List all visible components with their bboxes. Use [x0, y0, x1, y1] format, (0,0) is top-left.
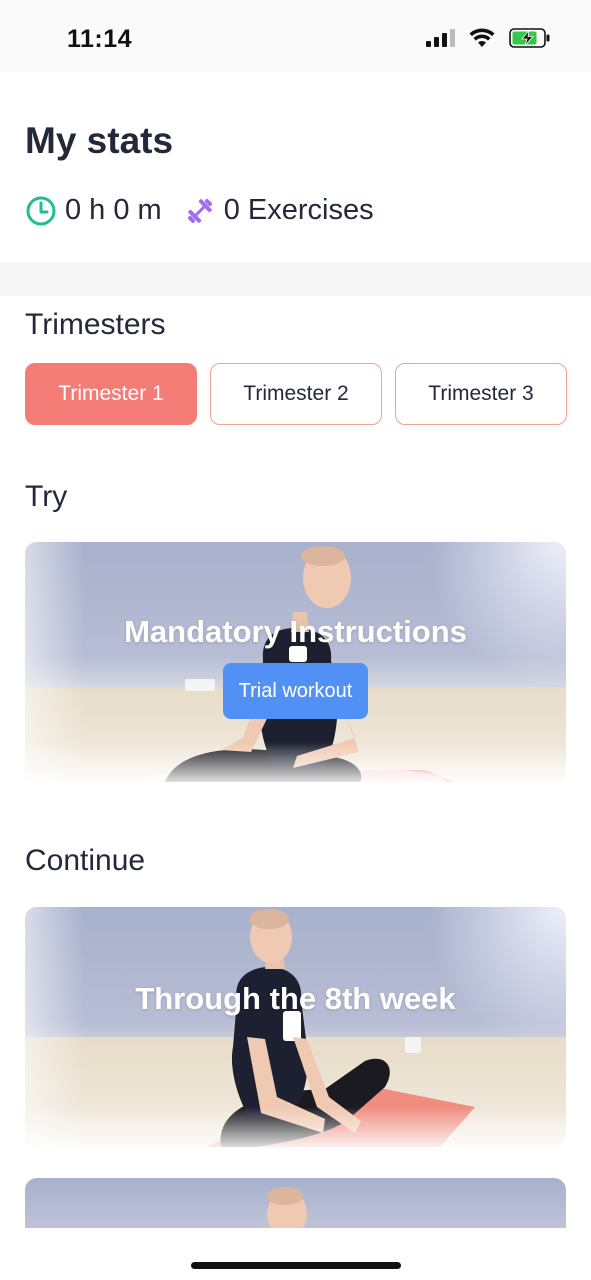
wifi-icon — [469, 28, 495, 47]
cellular-signal-icon — [426, 29, 455, 47]
home-indicator-area — [0, 1228, 591, 1280]
try-heading: Try — [25, 480, 68, 513]
total-time-value: 0 h 0 m — [65, 194, 162, 226]
page-title: My stats — [25, 120, 174, 161]
card-title: Through the 8th week — [135, 981, 456, 1016]
mandatory-instructions-card[interactable]: Mandatory Instructions Trial workout — [25, 542, 566, 782]
dumbbell-icon — [184, 195, 216, 227]
trial-workout-button[interactable]: Trial workout — [223, 663, 368, 719]
card-background-photo — [25, 907, 566, 1147]
status-bar: 11:14 — [0, 0, 591, 72]
through-8th-week-card[interactable]: Through the 8th week — [25, 907, 566, 1147]
trimester-selector: Trimester 1 Trimester 2 Trimester 3 — [25, 363, 567, 425]
meditating-woman-image — [267, 1187, 307, 1230]
clock-icon — [25, 195, 57, 227]
workout-card-partial[interactable] — [25, 1178, 566, 1230]
stats-section: My stats 0 h 0 m 0 Exercises — [0, 72, 591, 262]
trimester-2-button[interactable]: Trimester 2 — [210, 363, 382, 425]
trimester-3-button[interactable]: Trimester 3 — [395, 363, 567, 425]
section-divider — [0, 262, 591, 296]
home-indicator[interactable] — [191, 1262, 401, 1269]
stats-summary: 0 h 0 m 0 Exercises — [25, 194, 374, 227]
continue-heading: Continue — [25, 844, 146, 877]
trimester-1-button[interactable]: Trimester 1 — [25, 363, 197, 425]
exercises-count: 0 Exercises — [223, 194, 374, 226]
card-background-photo — [25, 542, 566, 782]
card-title: Mandatory Instructions — [124, 614, 467, 649]
trimesters-heading: Trimesters — [25, 308, 166, 341]
battery-charging-icon — [509, 28, 550, 48]
status-icons — [426, 28, 551, 48]
status-time: 11:14 — [67, 25, 133, 53]
